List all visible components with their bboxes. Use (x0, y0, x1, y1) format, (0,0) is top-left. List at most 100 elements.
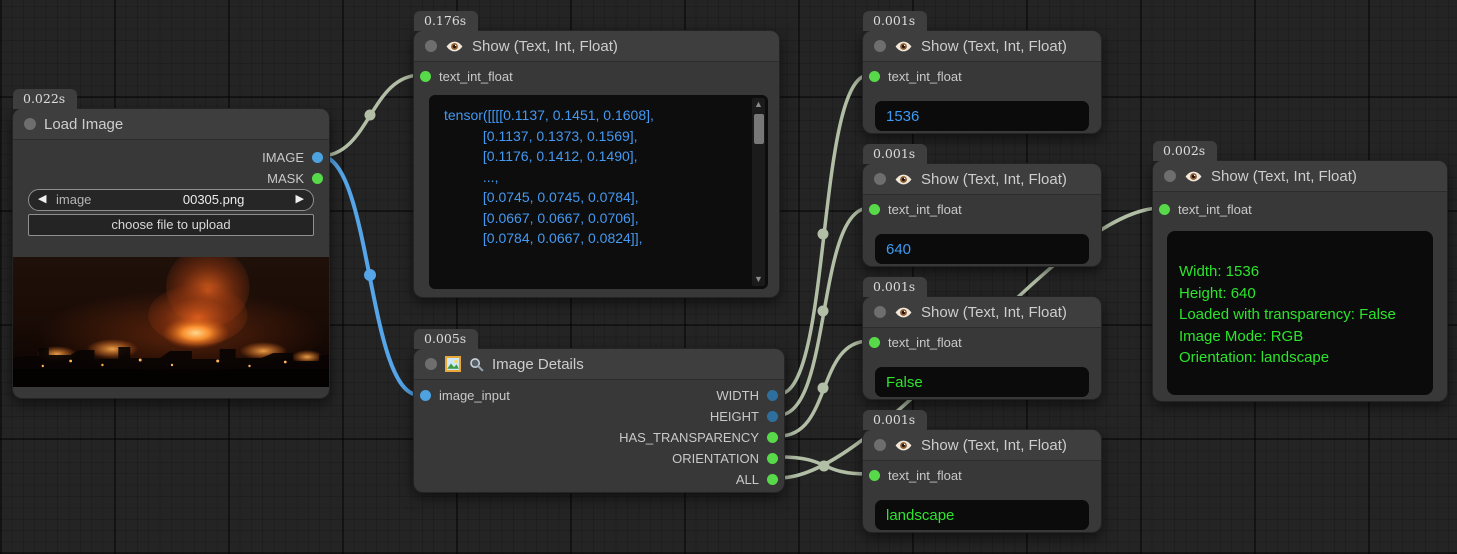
input-slot-dot[interactable] (869, 204, 880, 215)
input-slot-dot[interactable] (869, 470, 880, 481)
input-slot-dot[interactable] (1159, 204, 1170, 215)
image-output-dot[interactable] (312, 152, 323, 163)
node-title: Image Details (492, 356, 584, 373)
output-slot-width[interactable]: WIDTH (716, 385, 778, 405)
collapse-dot[interactable] (425, 40, 437, 52)
output-slot-mask[interactable]: MASK (267, 168, 323, 188)
input-slot-text-int-float[interactable]: text_int_float (1159, 199, 1252, 219)
value-display[interactable]: landscape (875, 500, 1089, 530)
scrollbar-thumb[interactable] (754, 114, 764, 144)
node-show-width[interactable]: 0.001s Show (Text, Int, Float) text_int_… (862, 30, 1102, 134)
exec-time-badge: 0.005s (414, 329, 478, 349)
collapse-dot[interactable] (874, 306, 886, 318)
input-slot-label: text_int_float (1178, 202, 1252, 217)
node-title-bar[interactable]: Show (Text, Int, Float) (863, 31, 1101, 62)
node-title: Show (Text, Int, Float) (472, 38, 618, 55)
scrollbar[interactable]: ▲ ▼ (752, 98, 765, 286)
combo-value: 00305.png (183, 190, 244, 209)
node-title: Show (Text, Int, Float) (921, 437, 1067, 454)
collapse-dot[interactable] (425, 358, 437, 370)
eye-icon (894, 40, 913, 53)
output-slot-orientation[interactable]: ORIENTATION (672, 448, 778, 468)
scroll-up-icon[interactable]: ▲ (752, 98, 765, 111)
node-title-bar[interactable]: Show (Text, Int, Float) (863, 297, 1101, 328)
value-display[interactable]: 640 (875, 234, 1089, 264)
exec-time-badge: 0.001s (863, 277, 927, 297)
width-output-dot[interactable] (767, 390, 778, 401)
input-slot-dot[interactable] (420, 390, 431, 401)
collapse-dot[interactable] (24, 118, 36, 130)
exec-time-badge: 0.001s (863, 11, 927, 31)
node-show-height[interactable]: 0.001s Show (Text, Int, Float) text_int_… (862, 163, 1102, 267)
input-slot-label: text_int_float (888, 202, 962, 217)
input-slot-dot[interactable] (869, 337, 880, 348)
collapse-dot[interactable] (1164, 170, 1176, 182)
output-slot-all[interactable]: ALL (736, 469, 778, 489)
input-slot-text-int-float[interactable]: text_int_float (420, 66, 513, 86)
scroll-down-icon[interactable]: ▼ (752, 273, 765, 286)
eye-icon (894, 173, 913, 186)
fire-cityscape-image (13, 257, 329, 387)
node-image-details[interactable]: 0.005s Image Details image_input WIDTH H… (413, 348, 785, 493)
input-slot-text-int-float[interactable]: text_int_float (869, 332, 962, 352)
node-show-all[interactable]: 0.002s Show (Text, Int, Float) text_int_… (1152, 160, 1448, 402)
output-slot-label: WIDTH (716, 388, 759, 403)
node-title: Show (Text, Int, Float) (921, 38, 1067, 55)
collapse-dot[interactable] (874, 439, 886, 451)
exec-time-badge: 0.001s (863, 144, 927, 164)
collapse-dot[interactable] (874, 173, 886, 185)
wire-midpoint-dot (818, 229, 829, 240)
node-load-image[interactable]: 0.022s Load Image IMAGE MASK ◀ image 003… (12, 108, 330, 399)
input-slot-label: text_int_float (888, 335, 962, 350)
wire-midpoint-dot (818, 383, 829, 394)
output-slot-has-transparency[interactable]: HAS_TRANSPARENCY (619, 427, 778, 447)
input-slot-label: text_int_float (439, 69, 513, 84)
node-show-tensor[interactable]: 0.176s Show (Text, Int, Float) text_int_… (413, 30, 780, 298)
eye-icon (894, 439, 913, 452)
combo-next-arrow-icon[interactable]: ▶ (296, 190, 304, 209)
node-title-bar[interactable]: Load Image (13, 109, 329, 140)
node-show-orientation[interactable]: 0.001s Show (Text, Int, Float) text_int_… (862, 429, 1102, 533)
input-slot-text-int-float[interactable]: text_int_float (869, 66, 962, 86)
output-slot-image[interactable]: IMAGE (262, 147, 323, 167)
eye-icon (1184, 170, 1203, 183)
input-slot-dot[interactable] (869, 71, 880, 82)
all-output-dot[interactable] (767, 474, 778, 485)
collapse-dot[interactable] (874, 40, 886, 52)
orientation-output-dot[interactable] (767, 453, 778, 464)
tensor-output-text: tensor([[[[0.1137, 0.1451, 0.1608], [0.1… (429, 95, 768, 289)
input-slot-label: text_int_float (888, 468, 962, 483)
height-output-dot[interactable] (767, 411, 778, 422)
picture-icon (445, 356, 461, 372)
has-transparency-output-dot[interactable] (767, 432, 778, 443)
output-slot-label: ORIENTATION (672, 451, 759, 466)
mask-output-dot[interactable] (312, 173, 323, 184)
exec-time-badge: 0.002s (1153, 141, 1217, 161)
input-slot-text-int-float[interactable]: text_int_float (869, 199, 962, 219)
graph-canvas[interactable]: 0.022s Load Image IMAGE MASK ◀ image 003… (0, 0, 1457, 554)
wire-midpoint-dot (364, 269, 376, 281)
tensor-output-textarea[interactable]: tensor([[[[0.1137, 0.1451, 0.1608], [0.1… (429, 95, 768, 289)
input-slot-text-int-float[interactable]: text_int_float (869, 465, 962, 485)
input-slot-label: image_input (439, 388, 510, 403)
output-slot-label: MASK (267, 171, 304, 186)
input-slot-image-input[interactable]: image_input (420, 385, 510, 405)
node-title-bar[interactable]: Show (Text, Int, Float) (863, 430, 1101, 461)
combo-prev-arrow-icon[interactable]: ◀ (38, 190, 46, 209)
input-slot-dot[interactable] (420, 71, 431, 82)
exec-time-badge: 0.022s (13, 89, 77, 109)
value-display[interactable]: Width: 1536 Height: 640 Loaded with tran… (1167, 231, 1433, 395)
node-title-bar[interactable]: Show (Text, Int, Float) (1153, 161, 1447, 192)
node-show-transparency[interactable]: 0.001s Show (Text, Int, Float) text_int_… (862, 296, 1102, 400)
choose-file-button[interactable]: choose file to upload (28, 214, 314, 236)
output-slot-height[interactable]: HEIGHT (710, 406, 778, 426)
node-title-bar[interactable]: Image Details (414, 349, 784, 380)
node-title: Show (Text, Int, Float) (1211, 168, 1357, 185)
value-display[interactable]: 1536 (875, 101, 1089, 131)
node-title-bar[interactable]: Show (Text, Int, Float) (863, 164, 1101, 195)
output-slot-label: HAS_TRANSPARENCY (619, 430, 759, 445)
value-display[interactable]: False (875, 367, 1089, 397)
node-title-bar[interactable]: Show (Text, Int, Float) (414, 31, 779, 62)
image-filename-combo[interactable]: ◀ image 00305.png ▶ (28, 189, 314, 211)
eye-icon (445, 40, 464, 53)
